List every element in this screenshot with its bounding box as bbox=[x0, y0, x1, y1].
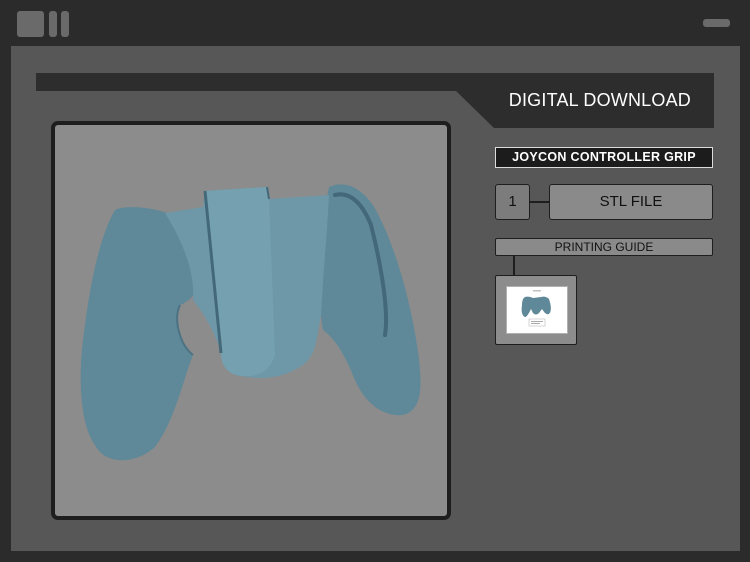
guide-page-preview bbox=[506, 286, 568, 334]
app-menu-icon[interactable] bbox=[17, 11, 44, 37]
connector-line bbox=[513, 256, 515, 275]
page-title: DIGITAL DOWNLOAD bbox=[508, 90, 691, 110]
pause-bar-icon bbox=[61, 11, 69, 37]
connector-line bbox=[529, 201, 549, 203]
content-panel: DIGITAL DOWNLOAD JOYCON CONTROLLER GRIP … bbox=[11, 46, 740, 551]
stl-file-button[interactable]: STL FILE bbox=[549, 184, 713, 220]
grip-preview-image bbox=[521, 290, 551, 327]
minimize-icon[interactable] bbox=[703, 19, 730, 27]
file-count-badge: 1 bbox=[495, 184, 530, 220]
printing-guide-button[interactable]: PRINTING GUIDE bbox=[495, 238, 713, 256]
model-viewer[interactable] bbox=[51, 121, 451, 520]
pause-bar-icon bbox=[49, 11, 57, 37]
printing-guide-thumbnail[interactable] bbox=[495, 275, 577, 345]
product-title: JOYCON CONTROLLER GRIP bbox=[495, 147, 713, 168]
window-titlebar bbox=[0, 0, 750, 46]
controller-grip-model bbox=[80, 184, 421, 461]
